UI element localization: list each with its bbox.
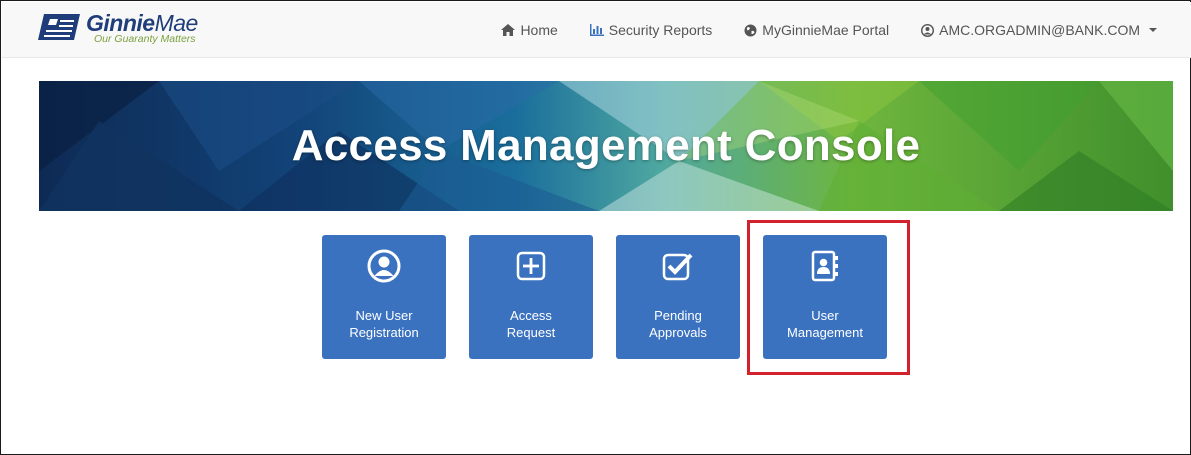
user-circle-icon — [921, 23, 935, 37]
ginniemae-flag-logo-icon — [38, 14, 80, 40]
user-account-dropdown[interactable]: AMC.ORGADMIN@BANK.COM — [905, 22, 1173, 38]
nav-security-reports[interactable]: Security Reports — [574, 22, 728, 38]
home-icon — [501, 24, 516, 36]
nav-security-reports-label: Security Reports — [608, 22, 713, 38]
user-circle-icon — [367, 249, 401, 283]
nav-home-label: Home — [520, 22, 558, 38]
hero-banner: Access Management Console — [39, 81, 1173, 211]
globe-icon — [744, 24, 757, 36]
main-nav: Home Security Reports MyGinnieMae Portal… — [485, 2, 1173, 58]
nav-myginniemae-portal[interactable]: MyGinnieMae Portal — [728, 22, 905, 38]
chevron-down-icon — [1149, 28, 1157, 32]
access-request-tile[interactable]: Access Request — [469, 235, 593, 359]
check-square-icon — [662, 253, 693, 281]
top-navbar: GinnieMae Our Guaranty Matters Home Secu… — [2, 2, 1191, 58]
bar-chart-icon — [589, 24, 604, 36]
tile-label: Access Request — [506, 308, 556, 340]
plus-square-icon — [516, 251, 546, 281]
tile-label: New User Registration — [349, 308, 419, 340]
page-title: Access Management Console — [291, 121, 921, 170]
brand-logo[interactable]: GinnieMae Our Guaranty Matters — [38, 8, 268, 50]
nav-portal-label: MyGinnieMae Portal — [762, 22, 890, 38]
nav-home[interactable]: Home — [485, 22, 573, 38]
brand-tagline: Our Guaranty Matters — [94, 33, 196, 45]
highlight-box — [747, 220, 910, 375]
tile-label: Pending Approvals — [649, 308, 707, 340]
new-user-registration-tile[interactable]: New User Registration — [322, 235, 446, 359]
page-frame: GinnieMae Our Guaranty Matters Home Secu… — [0, 0, 1191, 455]
user-email: AMC.ORGADMIN@BANK.COM — [939, 22, 1140, 38]
pending-approvals-tile[interactable]: Pending Approvals — [616, 235, 740, 359]
